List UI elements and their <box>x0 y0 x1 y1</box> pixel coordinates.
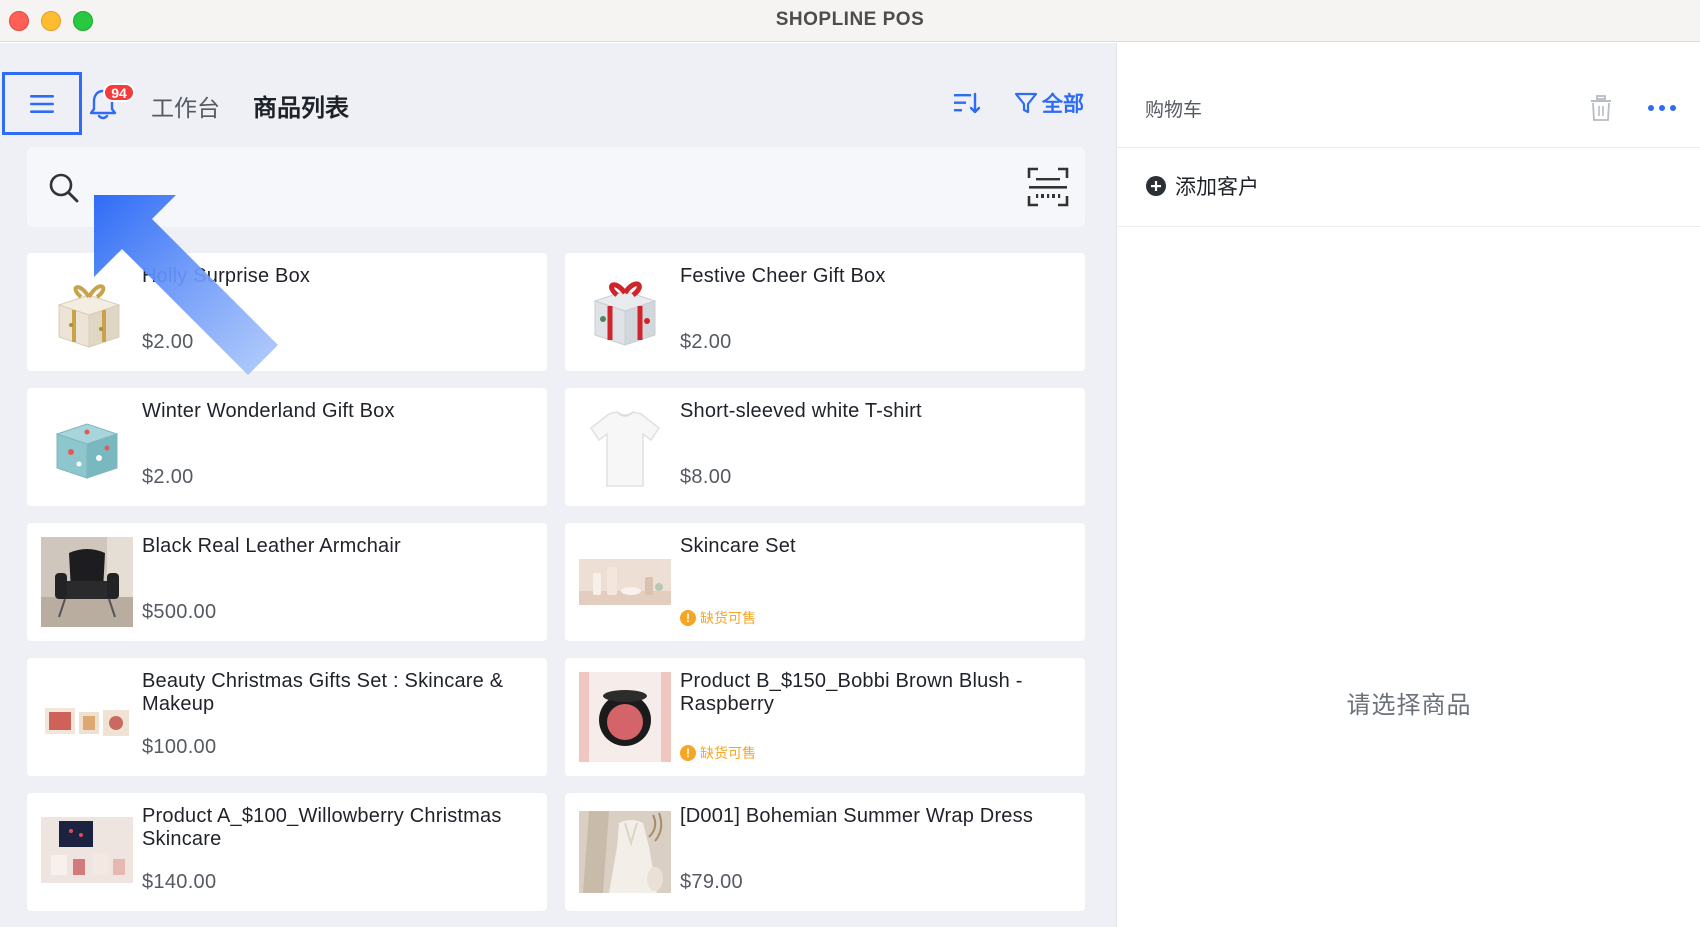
armchair-photo <box>41 537 133 627</box>
product-card[interactable]: Skincare Set ! 缺货可售 <box>565 523 1085 641</box>
product-price: $8.00 <box>680 466 732 488</box>
gift-box-teal-icon <box>55 423 119 479</box>
product-name: Product A_$100_Willowberry Christmas Ski… <box>142 805 502 850</box>
cart-panel: 购物车 添加客户 请选择商品 <box>1116 43 1700 927</box>
page-title: 商品列表 <box>253 95 349 122</box>
wrap-dress-photo <box>579 811 671 893</box>
cart-title: 购物车 <box>1145 100 1203 121</box>
product-name: Short-sleeved white T-shirt <box>680 400 922 422</box>
warning-icon: ! <box>680 745 696 761</box>
hamburger-icon <box>30 94 54 113</box>
product-name: Festive Cheer Gift Box <box>680 265 886 287</box>
product-card[interactable]: Product B_$150_Bobbi Brown Blush - Raspb… <box>565 658 1085 776</box>
menu-button[interactable] <box>2 72 82 135</box>
search-icon <box>49 173 79 203</box>
search-input[interactable] <box>87 165 987 209</box>
stock-status: ! 缺货可售 <box>680 743 756 763</box>
nav-workbench[interactable]: 工作台 <box>151 89 220 123</box>
product-list-panel: 94 工作台 商品列表 全部 Holly Surprise Box $2.00 … <box>0 43 1116 927</box>
product-card[interactable]: [D001] Bohemian Summer Wrap Dress $79.00 <box>565 793 1085 911</box>
product-card[interactable]: Festive Cheer Gift Box $2.00 <box>565 253 1085 371</box>
willowberry-photo <box>41 817 133 883</box>
product-price: $79.00 <box>680 871 743 893</box>
product-price: $2.00 <box>142 466 194 488</box>
search-bar[interactable] <box>27 147 1085 227</box>
empty-cart-hint: 请选择商品 <box>1346 692 1472 719</box>
gift-box-red-icon <box>593 281 657 346</box>
add-customer-button[interactable]: 添加客户 <box>1145 171 1259 201</box>
product-price: $140.00 <box>142 871 217 893</box>
title-bar: SHOPLINE POS <box>0 0 1700 42</box>
filter-label: 全部 <box>1042 93 1084 116</box>
window-title: SHOPLINE POS <box>775 9 925 30</box>
filter-button[interactable]: 全部 <box>1014 88 1084 118</box>
blush-compact-photo <box>579 672 671 762</box>
add-circle-icon <box>1146 176 1166 196</box>
product-card[interactable]: Black Real Leather Armchair $500.00 <box>27 523 547 641</box>
product-name: Product B_$150_Bobbi Brown Blush - Raspb… <box>680 670 1023 715</box>
skincare-set-photo <box>579 559 671 605</box>
product-name: Winter Wonderland Gift Box <box>142 400 395 422</box>
product-price: $2.00 <box>680 331 732 353</box>
stock-status-label: 缺货可售 <box>700 745 756 761</box>
notification-badge: 94 <box>103 83 135 102</box>
product-card[interactable]: Holly Surprise Box $2.00 <box>27 253 547 371</box>
product-price: $100.00 <box>142 736 217 758</box>
product-card[interactable]: Short-sleeved white T-shirt $8.00 <box>565 388 1085 506</box>
product-price: $500.00 <box>142 601 217 623</box>
product-name: Skincare Set <box>680 535 796 557</box>
tshirt-icon <box>589 411 661 487</box>
barcode-scan-icon[interactable] <box>1027 167 1069 207</box>
sort-icon[interactable] <box>953 91 981 115</box>
trash-icon[interactable] <box>1589 95 1613 121</box>
stock-status: ! 缺货可售 <box>680 608 756 628</box>
product-card[interactable]: Beauty Christmas Gifts Set : Skincare & … <box>27 658 547 776</box>
product-name: [D001] Bohemian Summer Wrap Dress <box>680 805 1034 827</box>
add-customer-label: 添加客户 <box>1175 176 1259 199</box>
stock-status-label: 缺货可售 <box>700 610 756 626</box>
product-name: Holly Surprise Box <box>142 265 311 287</box>
product-price: $2.00 <box>142 331 194 353</box>
more-options-icon[interactable] <box>1647 103 1677 113</box>
gift-box-gold-icon <box>57 284 121 348</box>
product-card[interactable]: Product A_$100_Willowberry Christmas Ski… <box>27 793 547 911</box>
product-name: Black Real Leather Armchair <box>142 535 401 557</box>
divider <box>1117 147 1700 148</box>
beauty-gift-set-photo <box>45 708 129 736</box>
filter-funnel-icon <box>1014 92 1038 114</box>
product-name: Beauty Christmas Gifts Set : Skincare & … <box>142 670 504 715</box>
pos-window: SHOPLINE POS 94 工作台 商品列表 全部 Holly Surpri… <box>0 0 1700 927</box>
product-card[interactable]: Winter Wonderland Gift Box $2.00 <box>27 388 547 506</box>
warning-icon: ! <box>680 610 696 626</box>
divider <box>1117 226 1700 227</box>
